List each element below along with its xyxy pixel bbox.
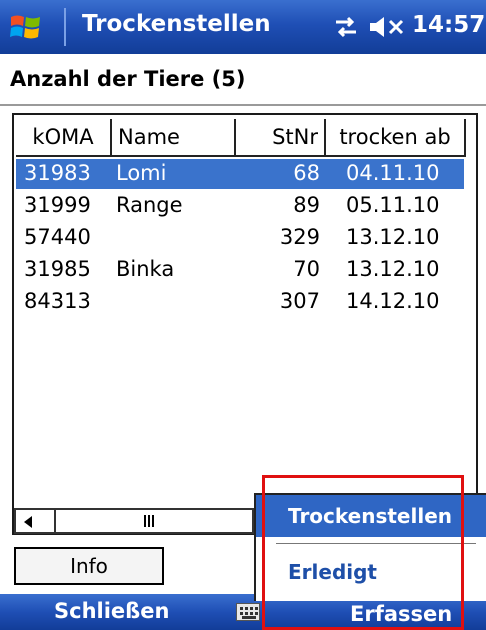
annotation-highlight-box bbox=[262, 475, 464, 630]
clock[interactable]: 14:57 bbox=[412, 12, 485, 38]
speaker-mute-icon[interactable] bbox=[368, 14, 408, 40]
animal-list[interactable]: kOMA Name StNr trocken ab 31983 Lomi 68 … bbox=[12, 113, 478, 535]
windows-start-icon[interactable] bbox=[8, 9, 44, 45]
table-row[interactable]: 31983 Lomi 68 04.11.10 bbox=[16, 159, 464, 189]
cell-koma: 31999 bbox=[24, 193, 91, 217]
cell-date: 13.12.10 bbox=[346, 257, 440, 281]
scroll-arrow-divider bbox=[54, 510, 56, 532]
screen-header: Anzahl der Tiere (5) bbox=[0, 54, 486, 106]
cell-stnr: 307 bbox=[279, 289, 320, 313]
table-row[interactable]: 31985 Binka 70 13.12.10 bbox=[16, 255, 464, 285]
info-button[interactable]: Info bbox=[14, 547, 164, 585]
cell-stnr: 70 bbox=[293, 257, 320, 281]
scroll-left-arrow-icon[interactable] bbox=[24, 516, 32, 528]
cell-name: Lomi bbox=[116, 161, 167, 185]
table-row[interactable]: 84313 307 14.12.10 bbox=[16, 287, 464, 317]
horizontal-scrollbar[interactable] bbox=[14, 508, 254, 534]
keyboard-icon[interactable] bbox=[236, 603, 260, 621]
table-row[interactable]: 57440 329 13.12.10 bbox=[16, 223, 464, 253]
cell-stnr: 329 bbox=[279, 225, 320, 249]
cell-stnr: 68 bbox=[293, 161, 320, 185]
animal-count-title: Anzahl der Tiere (5) bbox=[10, 67, 246, 91]
cell-name: Range bbox=[116, 193, 183, 217]
cell-koma: 31983 bbox=[24, 161, 91, 185]
title-bar: Trockenstellen 14:57 bbox=[0, 0, 486, 54]
cell-koma: 84313 bbox=[24, 289, 91, 313]
column-header-stnr[interactable]: StNr bbox=[236, 119, 326, 157]
cell-koma: 57440 bbox=[24, 225, 91, 249]
table-row[interactable]: 31999 Range 89 05.11.10 bbox=[16, 191, 464, 221]
cell-date: 05.11.10 bbox=[346, 193, 440, 217]
cell-koma: 31985 bbox=[24, 257, 91, 281]
app-title: Trockenstellen bbox=[82, 11, 271, 37]
cell-date: 04.11.10 bbox=[346, 161, 440, 185]
close-softkey[interactable]: Schließen bbox=[54, 599, 169, 623]
cell-name: Binka bbox=[116, 257, 175, 281]
column-header-trocken-ab[interactable]: trocken ab bbox=[326, 119, 466, 157]
cell-date: 14.12.10 bbox=[346, 289, 440, 313]
title-separator bbox=[64, 8, 66, 46]
column-header-koma[interactable]: kOMA bbox=[16, 119, 112, 157]
cell-date: 13.12.10 bbox=[346, 225, 440, 249]
scroll-thumb-grip-icon[interactable] bbox=[144, 515, 154, 527]
column-header-name[interactable]: Name bbox=[112, 119, 236, 157]
connectivity-icon[interactable] bbox=[332, 14, 360, 40]
cell-stnr: 89 bbox=[293, 193, 320, 217]
